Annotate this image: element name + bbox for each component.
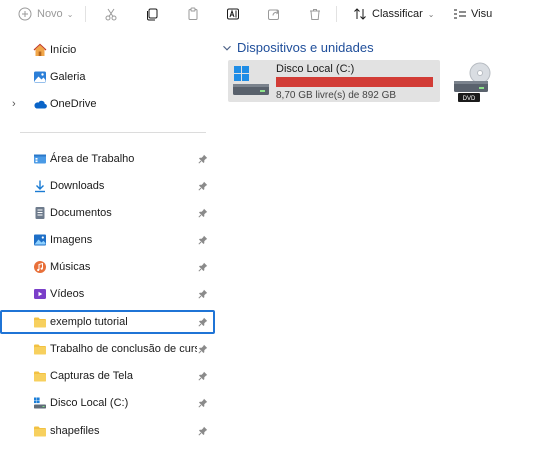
pin-icon[interactable] [198,181,208,191]
rename-button[interactable] [226,5,240,23]
dvd-drive-icon[interactable]: DVD [452,61,492,103]
sidebar-item-downloads[interactable]: Downloads [0,174,215,198]
copy-icon [147,8,158,21]
plus-circle-icon [18,7,32,21]
sidebar-item-label: Galeria [50,71,86,83]
dvd-label: DVD [463,96,476,102]
paste-icon [188,7,198,20]
cut-button[interactable] [104,5,118,23]
rename-icon [227,8,239,20]
trash-icon [310,9,320,20]
pin-icon[interactable] [198,317,208,327]
folder-icon [34,371,46,382]
devices-section-header[interactable]: Dispositivos e unidades [222,40,374,55]
sidebar-item-label: Vídeos [50,288,85,300]
pin-icon[interactable] [198,208,208,218]
videos-icon [34,289,46,299]
share-icon [268,9,280,20]
share-button[interactable] [267,5,281,23]
sidebar-item-home[interactable]: Início [0,38,215,62]
delete-button[interactable] [308,5,322,23]
sidebar-item-capturas-de-tela[interactable]: Capturas de Tela [0,364,215,388]
sidebar-divider [20,132,206,133]
sort-icon [354,8,366,20]
command-bar: Novo ⌄ Classificar ⌄ Visu [0,0,551,28]
sidebar-item-documents[interactable]: Documentos [0,201,215,225]
pin-icon[interactable] [198,235,208,245]
pin-icon[interactable] [198,371,208,381]
sidebar-item-label: Área de Trabalho [50,153,135,165]
documents-icon [35,207,45,219]
sidebar-item-onedrive[interactable]: › OneDrive [0,92,215,116]
sidebar-item-gallery[interactable]: Galeria [0,65,215,89]
sidebar-item-label: shapefiles [50,425,100,437]
drive-tile-c[interactable]: Disco Local (C:) 8,70 GB livre(s) de 892… [228,60,440,102]
chevron-right-icon[interactable]: › [12,98,16,110]
gallery-icon [34,71,46,83]
toolbar-divider [85,6,86,22]
chevron-down-icon: ⌄ [66,9,74,19]
view-button[interactable]: Visu [453,5,492,23]
sidebar-item-desktop[interactable]: Área de Trabalho [0,147,215,171]
downloads-icon [35,180,45,193]
pin-icon[interactable] [198,262,208,272]
folder-icon [34,317,46,328]
new-button[interactable]: Novo ⌄ [18,5,73,23]
sidebar-item-label: OneDrive [50,98,97,110]
sidebar-item-label: Disco Local (C:) [50,397,129,409]
section-title: Dispositivos e unidades [237,40,374,55]
sidebar-item-shapefiles[interactable]: shapefiles [0,419,215,443]
sidebar-item-pictures[interactable]: Imagens [0,228,215,252]
paste-button[interactable] [186,5,200,23]
sidebar-item-label: Imagens [50,234,93,246]
chevron-down-icon [223,45,231,51]
scissors-icon [105,8,117,21]
sidebar-item-exemplo-tutorial[interactable]: exemplo tutorial [0,310,215,334]
sidebar-item-label: Músicas [50,261,91,273]
drive-icon [34,397,46,409]
sidebar-item-label: Downloads [50,180,105,192]
drive-name: Disco Local (C:) [276,63,355,75]
sidebar-item-label: Capturas de Tela [50,370,133,382]
sidebar-item-label: Trabalho de conclusão de curso 1 [50,343,197,355]
toolbar-divider [336,6,337,22]
chevron-down-icon: ⌄ [427,9,435,19]
view-button-label: Visu [471,8,493,20]
folder-icon [34,426,46,437]
onedrive-icon [34,100,47,109]
sidebar-item-music[interactable]: Músicas [0,255,215,279]
music-icon [34,261,46,273]
new-button-label: Novo [37,8,63,20]
pin-icon[interactable] [198,289,208,299]
pin-icon[interactable] [198,426,208,436]
sidebar-item-trabalho-de-conclusao[interactable]: Trabalho de conclusão de curso 1 [0,337,215,361]
desktop-icon [34,154,46,164]
pictures-icon [34,234,46,246]
sidebar-item-label: Documentos [50,207,112,219]
copy-button[interactable] [145,5,159,23]
folder-icon [34,344,46,355]
sort-button[interactable]: Classificar ⌄ [353,5,434,23]
sidebar-item-label: exemplo tutorial [50,316,128,328]
drive-free-space: 8,70 GB livre(s) de 892 GB [276,90,397,101]
pin-icon[interactable] [198,398,208,408]
drive-usage-bar [276,77,434,87]
sidebar-item-label: Início [50,44,77,56]
sidebar-item-videos[interactable]: Vídeos [0,282,215,306]
pin-icon[interactable] [198,154,208,164]
view-lines-icon [454,9,466,19]
sort-button-label: Classificar [372,8,423,20]
pin-icon[interactable] [198,344,208,354]
navigation-pane: Início Galeria › OneDrive Área de Trabal… [0,34,220,453]
sidebar-item-disco-local[interactable]: Disco Local (C:) [0,391,215,415]
home-icon [33,43,47,56]
windows-drive-icon [233,66,269,95]
